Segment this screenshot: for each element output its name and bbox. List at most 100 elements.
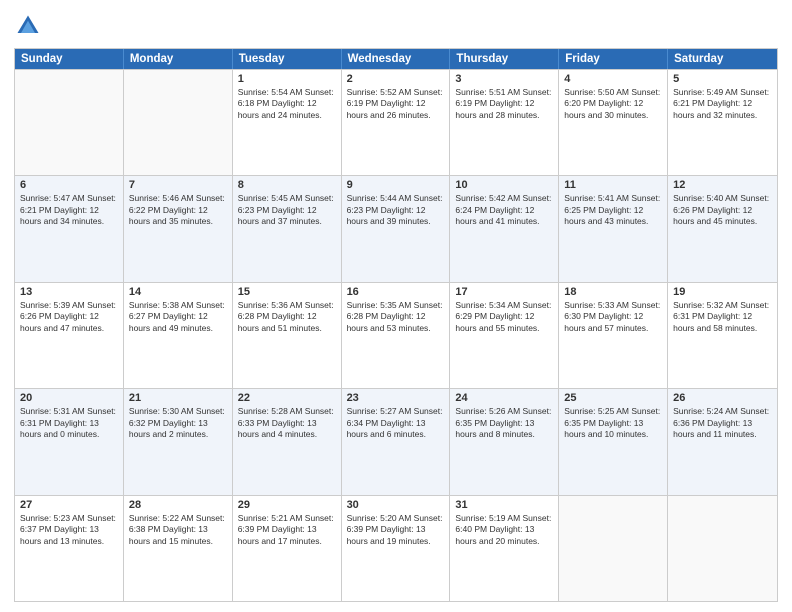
- day-info: Sunrise: 5:38 AM Sunset: 6:27 PM Dayligh…: [129, 300, 227, 334]
- day-number: 10: [455, 179, 553, 191]
- day-info: Sunrise: 5:46 AM Sunset: 6:22 PM Dayligh…: [129, 193, 227, 227]
- calendar-cell: 12 Sunrise: 5:40 AM Sunset: 6:26 PM Dayli…: [668, 176, 777, 281]
- day-info: Sunrise: 5:39 AM Sunset: 6:26 PM Dayligh…: [20, 300, 118, 334]
- day-number: 12: [673, 179, 772, 191]
- calendar-cell: 27 Sunrise: 5:23 AM Sunset: 6:37 PM Dayli…: [15, 496, 124, 601]
- calendar-cell: 18Sunrise: 5:33 AM Sunset: 6:30 PM Dayli…: [559, 283, 668, 388]
- calendar-header-cell: Saturday: [668, 49, 777, 69]
- day-info: Sunrise: 5:24 AM Sunset: 6:36 PM Dayligh…: [673, 406, 772, 440]
- day-number: 19: [673, 286, 772, 298]
- day-info: Sunrise: 5:21 AM Sunset: 6:39 PM Dayligh…: [238, 513, 336, 547]
- calendar-cell: 4Sunrise: 5:50 AM Sunset: 6:20 PM Daylig…: [559, 70, 668, 175]
- day-number: 30: [347, 499, 445, 511]
- day-number: 21: [129, 392, 227, 404]
- logo-icon: [14, 12, 42, 40]
- day-number: 9: [347, 179, 445, 191]
- calendar-cell: 21 Sunrise: 5:30 AM Sunset: 6:32 PM Dayli…: [124, 389, 233, 494]
- day-number: 6: [20, 179, 118, 191]
- calendar-cell: [668, 496, 777, 601]
- day-number: 11: [564, 179, 662, 191]
- day-number: 8: [238, 179, 336, 191]
- day-info: Sunrise: 5:22 AM Sunset: 6:38 PM Dayligh…: [129, 513, 227, 547]
- day-info: Sunrise: 5:19 AM Sunset: 6:40 PM Dayligh…: [455, 513, 553, 547]
- day-info: Sunrise: 5:51 AM Sunset: 6:19 PM Dayligh…: [455, 87, 553, 121]
- day-info: Sunrise: 5:41 AM Sunset: 6:25 PM Dayligh…: [564, 193, 662, 227]
- calendar-header-cell: Tuesday: [233, 49, 342, 69]
- day-info: Sunrise: 5:31 AM Sunset: 6:31 PM Dayligh…: [20, 406, 118, 440]
- logo: [14, 12, 46, 40]
- calendar-cell: 1 Sunrise: 5:54 AM Sunset: 6:18 PM Daylig…: [233, 70, 342, 175]
- day-number: 18: [564, 286, 662, 298]
- calendar-cell: 29 Sunrise: 5:21 AM Sunset: 6:39 PM Dayli…: [233, 496, 342, 601]
- day-number: 14: [129, 286, 227, 298]
- calendar-cell: 11 Sunrise: 5:41 AM Sunset: 6:25 PM Dayli…: [559, 176, 668, 281]
- day-info: Sunrise: 5:40 AM Sunset: 6:26 PM Dayligh…: [673, 193, 772, 227]
- day-number: 15: [238, 286, 336, 298]
- day-info: Sunrise: 5:32 AM Sunset: 6:31 PM Dayligh…: [673, 300, 772, 334]
- day-number: 27: [20, 499, 118, 511]
- day-number: 24: [455, 392, 553, 404]
- calendar-cell: 24 Sunrise: 5:26 AM Sunset: 6:35 PM Dayli…: [450, 389, 559, 494]
- calendar-cell: 28 Sunrise: 5:22 AM Sunset: 6:38 PM Dayli…: [124, 496, 233, 601]
- day-number: 22: [238, 392, 336, 404]
- day-number: 3: [455, 73, 553, 85]
- day-number: 13: [20, 286, 118, 298]
- calendar-week-row: 27 Sunrise: 5:23 AM Sunset: 6:37 PM Dayli…: [15, 495, 777, 601]
- calendar-cell: 25 Sunrise: 5:25 AM Sunset: 6:35 PM Dayli…: [559, 389, 668, 494]
- calendar-cell: 5Sunrise: 5:49 AM Sunset: 6:21 PM Daylig…: [668, 70, 777, 175]
- calendar-cell: 17 Sunrise: 5:34 AM Sunset: 6:29 PM Dayli…: [450, 283, 559, 388]
- calendar-header-cell: Monday: [124, 49, 233, 69]
- day-info: Sunrise: 5:36 AM Sunset: 6:28 PM Dayligh…: [238, 300, 336, 334]
- day-info: Sunrise: 5:34 AM Sunset: 6:29 PM Dayligh…: [455, 300, 553, 334]
- day-info: Sunrise: 5:42 AM Sunset: 6:24 PM Dayligh…: [455, 193, 553, 227]
- calendar-cell: 20 Sunrise: 5:31 AM Sunset: 6:31 PM Dayli…: [15, 389, 124, 494]
- calendar-cell: 19 Sunrise: 5:32 AM Sunset: 6:31 PM Dayli…: [668, 283, 777, 388]
- calendar-week-row: 20 Sunrise: 5:31 AM Sunset: 6:31 PM Dayli…: [15, 388, 777, 494]
- calendar-body: 1 Sunrise: 5:54 AM Sunset: 6:18 PM Daylig…: [15, 69, 777, 601]
- calendar-cell: 14 Sunrise: 5:38 AM Sunset: 6:27 PM Dayli…: [124, 283, 233, 388]
- day-info: Sunrise: 5:30 AM Sunset: 6:32 PM Dayligh…: [129, 406, 227, 440]
- day-info: Sunrise: 5:35 AM Sunset: 6:28 PM Dayligh…: [347, 300, 445, 334]
- calendar-cell: 8 Sunrise: 5:45 AM Sunset: 6:23 PM Daylig…: [233, 176, 342, 281]
- day-info: Sunrise: 5:26 AM Sunset: 6:35 PM Dayligh…: [455, 406, 553, 440]
- calendar-cell: 16Sunrise: 5:35 AM Sunset: 6:28 PM Dayli…: [342, 283, 451, 388]
- calendar-cell: [559, 496, 668, 601]
- calendar-cell: 13 Sunrise: 5:39 AM Sunset: 6:26 PM Dayli…: [15, 283, 124, 388]
- day-number: 7: [129, 179, 227, 191]
- calendar-cell: 23 Sunrise: 5:27 AM Sunset: 6:34 PM Dayli…: [342, 389, 451, 494]
- calendar-cell: 10 Sunrise: 5:42 AM Sunset: 6:24 PM Dayli…: [450, 176, 559, 281]
- day-number: 2: [347, 73, 445, 85]
- day-info: Sunrise: 5:25 AM Sunset: 6:35 PM Dayligh…: [564, 406, 662, 440]
- calendar-cell: 22Sunrise: 5:28 AM Sunset: 6:33 PM Dayli…: [233, 389, 342, 494]
- day-number: 26: [673, 392, 772, 404]
- day-info: Sunrise: 5:23 AM Sunset: 6:37 PM Dayligh…: [20, 513, 118, 547]
- calendar-cell: [15, 70, 124, 175]
- day-info: Sunrise: 5:52 AM Sunset: 6:19 PM Dayligh…: [347, 87, 445, 121]
- day-number: 28: [129, 499, 227, 511]
- calendar: SundayMondayTuesdayWednesdayThursdayFrid…: [14, 48, 778, 602]
- day-number: 1: [238, 73, 336, 85]
- calendar-cell: 6 Sunrise: 5:47 AM Sunset: 6:21 PM Daylig…: [15, 176, 124, 281]
- day-number: 25: [564, 392, 662, 404]
- calendar-cell: 31 Sunrise: 5:19 AM Sunset: 6:40 PM Dayli…: [450, 496, 559, 601]
- day-number: 20: [20, 392, 118, 404]
- day-number: 23: [347, 392, 445, 404]
- day-info: Sunrise: 5:45 AM Sunset: 6:23 PM Dayligh…: [238, 193, 336, 227]
- calendar-week-row: 6 Sunrise: 5:47 AM Sunset: 6:21 PM Daylig…: [15, 175, 777, 281]
- day-info: Sunrise: 5:49 AM Sunset: 6:21 PM Dayligh…: [673, 87, 772, 121]
- calendar-header-cell: Friday: [559, 49, 668, 69]
- day-info: Sunrise: 5:44 AM Sunset: 6:23 PM Dayligh…: [347, 193, 445, 227]
- day-info: Sunrise: 5:47 AM Sunset: 6:21 PM Dayligh…: [20, 193, 118, 227]
- day-number: 29: [238, 499, 336, 511]
- day-info: Sunrise: 5:54 AM Sunset: 6:18 PM Dayligh…: [238, 87, 336, 121]
- page: SundayMondayTuesdayWednesdayThursdayFrid…: [0, 0, 792, 612]
- calendar-header-cell: Thursday: [450, 49, 559, 69]
- day-info: Sunrise: 5:27 AM Sunset: 6:34 PM Dayligh…: [347, 406, 445, 440]
- calendar-header-cell: Wednesday: [342, 49, 451, 69]
- day-number: 31: [455, 499, 553, 511]
- day-number: 17: [455, 286, 553, 298]
- calendar-week-row: 1 Sunrise: 5:54 AM Sunset: 6:18 PM Daylig…: [15, 69, 777, 175]
- day-number: 4: [564, 73, 662, 85]
- calendar-cell: 2 Sunrise: 5:52 AM Sunset: 6:19 PM Daylig…: [342, 70, 451, 175]
- header: [14, 12, 778, 40]
